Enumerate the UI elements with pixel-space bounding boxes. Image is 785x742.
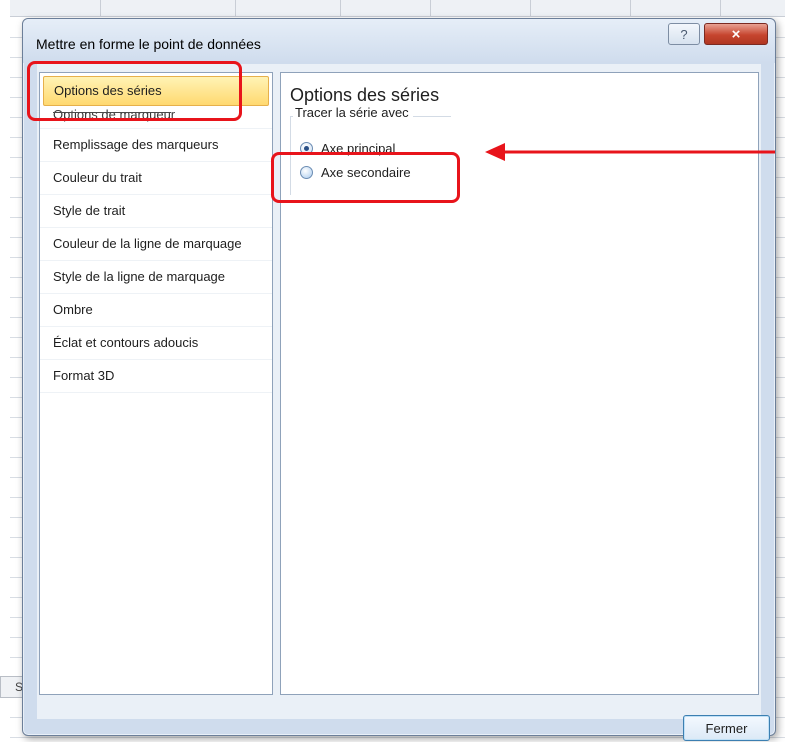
help-button[interactable]: ?	[668, 23, 700, 45]
close-icon: ×	[731, 25, 741, 43]
nav-item-couleur-du-trait[interactable]: Couleur du trait	[40, 162, 272, 195]
category-list: Options des séries Options de marqueur R…	[39, 72, 273, 695]
column-separator	[630, 0, 631, 16]
nav-item-ombre[interactable]: Ombre	[40, 294, 272, 327]
arrow-head	[485, 143, 505, 161]
panel-title: Options des séries	[290, 85, 440, 105]
nav-item-remplissage-des-marqueurs[interactable]: Remplissage des marqueurs	[40, 129, 272, 162]
column-separator	[530, 0, 531, 16]
close-button[interactable]: ×	[704, 23, 768, 45]
fermer-button[interactable]: Fermer	[683, 715, 770, 741]
column-separator	[340, 0, 341, 16]
nav-item-style-de-trait[interactable]: Style de trait	[40, 195, 272, 228]
question-icon: ?	[680, 26, 688, 42]
annotation-highlight-series-options	[27, 61, 242, 121]
column-separator	[720, 0, 721, 16]
arrow-left-icon	[485, 143, 775, 161]
annotation-highlight-secondary-axis	[271, 152, 460, 203]
nav-item-couleur-ligne-marquage[interactable]: Couleur de la ligne de marquage	[40, 228, 272, 261]
column-header-strip	[10, 0, 785, 17]
format-data-point-dialog: Mettre en forme le point de données ? × …	[22, 18, 776, 741]
nav-item-format-3d[interactable]: Format 3D	[40, 360, 272, 393]
column-separator	[100, 0, 101, 16]
column-separator	[430, 0, 431, 16]
dialog-title: Mettre en forme le point de données	[36, 36, 261, 52]
nav-item-eclat-contours[interactable]: Éclat et contours adoucis	[40, 327, 272, 360]
column-separator	[235, 0, 236, 16]
group-label: Tracer la série avec	[293, 105, 413, 120]
dialog-titlebar[interactable]: Mettre en forme le point de données ? ×	[23, 19, 775, 63]
nav-item-style-ligne-marquage[interactable]: Style de la ligne de marquage	[40, 261, 272, 294]
